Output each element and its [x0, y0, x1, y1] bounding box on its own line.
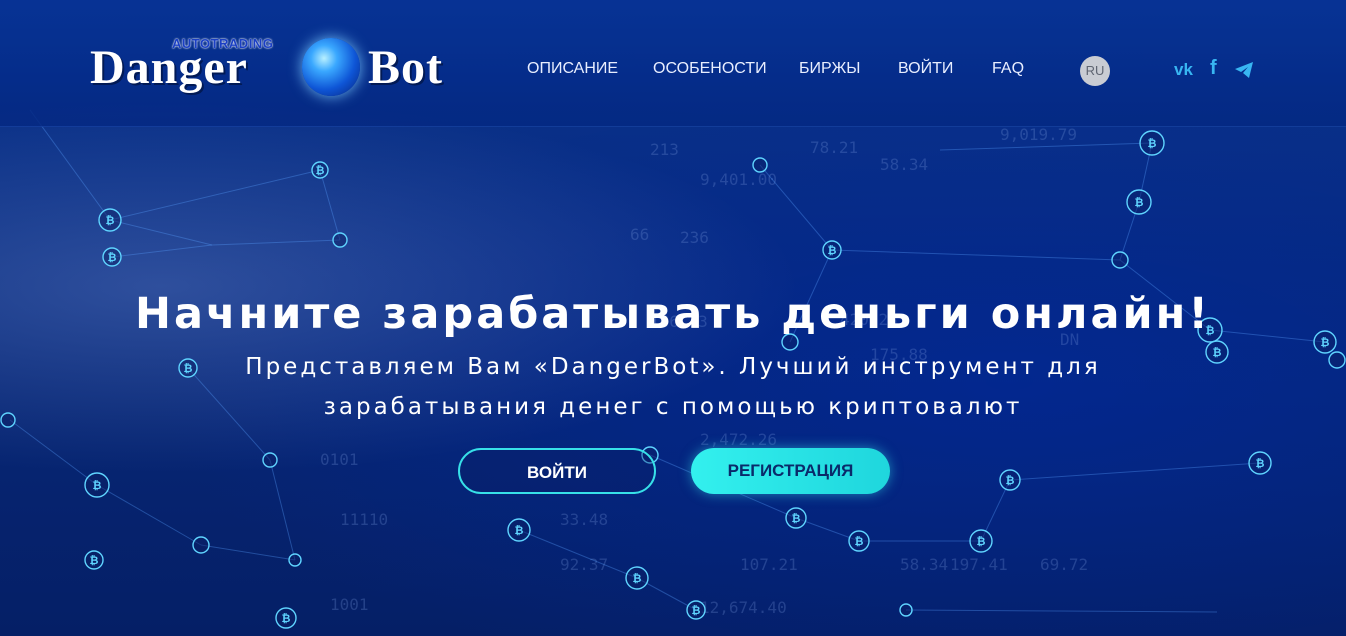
svg-text:₿: ₿	[106, 214, 115, 227]
svg-text:₿: ₿	[93, 479, 102, 492]
svg-text:₿: ₿	[692, 604, 701, 617]
site-header: AUTOTRADING Danger Bot ОПИСАНИЕ ОСОБЕНОС…	[0, 0, 1346, 127]
login-button[interactable]: ВОЙТИ	[458, 448, 656, 494]
dangerbot-logo[interactable]: AUTOTRADING Danger Bot	[90, 36, 470, 106]
globe-icon	[302, 38, 360, 96]
logo-word-bot: Bot	[368, 41, 443, 94]
register-button[interactable]: РЕГИСТРАЦИЯ	[691, 448, 890, 494]
svg-text:₿: ₿	[828, 244, 837, 257]
svg-text:₿: ₿	[855, 535, 864, 548]
nav-item-login[interactable]: ВОЙТИ	[898, 60, 953, 78]
svg-text:₿: ₿	[1006, 474, 1015, 487]
hero-title: Начните зарабатывать деньги онлайн!	[135, 288, 1211, 339]
vk-icon[interactable]: vk	[1174, 60, 1193, 80]
svg-text:₿: ₿	[792, 512, 801, 525]
language-switcher[interactable]: RU	[1080, 56, 1110, 86]
nav-item-description[interactable]: ОПИСАНИЕ	[527, 60, 618, 78]
svg-text:₿: ₿	[1148, 137, 1157, 150]
svg-text:₿: ₿	[316, 164, 325, 177]
svg-text:₿: ₿	[1256, 457, 1265, 470]
hero-subtitle-line2: зарабатывания денег с помощью криптовалю…	[323, 394, 1023, 420]
svg-text:₿: ₿	[90, 554, 99, 567]
nav-item-exchanges[interactable]: БИРЖЫ	[799, 60, 860, 78]
svg-text:₿: ₿	[633, 572, 642, 585]
hero-subtitle-line1: Представляем Вам «DangerBot». Лучший инс…	[245, 354, 1101, 380]
logo-word-danger: Danger	[90, 41, 248, 94]
svg-text:₿: ₿	[977, 535, 986, 548]
facebook-icon[interactable]: f	[1210, 57, 1217, 80]
svg-text:₿: ₿	[282, 612, 291, 625]
svg-text:₿: ₿	[1135, 196, 1144, 209]
svg-text:₿: ₿	[515, 524, 524, 537]
svg-text:₿: ₿	[108, 251, 117, 264]
nav-item-features[interactable]: ОСОБЕНОСТИ	[653, 60, 767, 78]
telegram-icon[interactable]	[1234, 61, 1254, 79]
nav-item-faq[interactable]: FAQ	[992, 60, 1024, 78]
